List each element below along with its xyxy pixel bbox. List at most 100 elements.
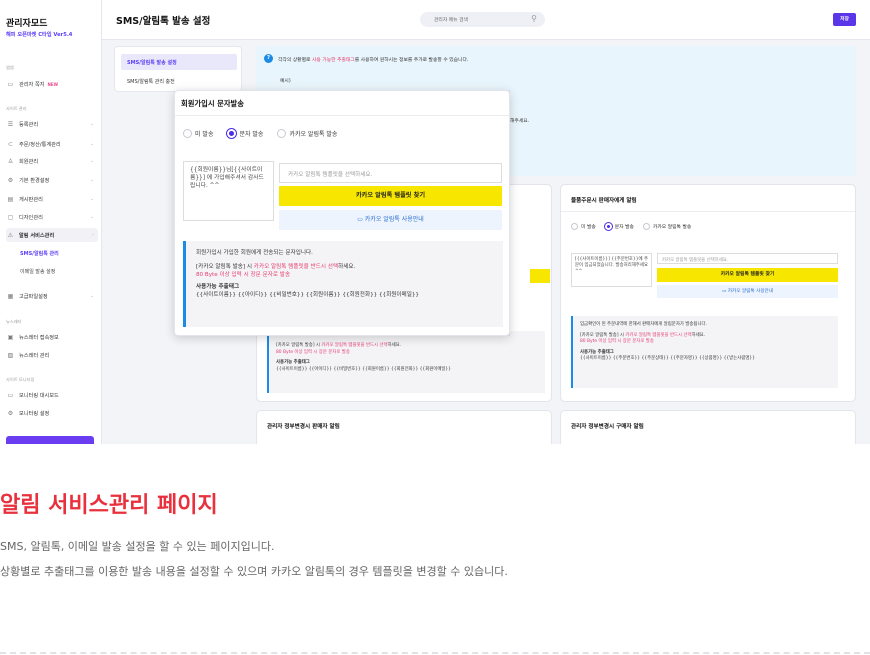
sidebar-item-orders[interactable]: ⊂ 주문/정산/통계관리 ⌄ [6,137,98,151]
sidebar-item-label: 뉴스레터 접속정보 [19,334,59,341]
card-admin-buyer: 관리자 정부변경시 구매자 알림 [560,410,856,444]
tab-menu: SMS/알림톡 발송 설정 SMS/알림톡 관리 충전 [114,46,242,92]
card-title: 관리자 정부변경시 구매자 알림 [571,424,644,430]
sidebar-item-label: 모니터링 설정 [19,410,50,417]
chevron-down-icon: ⌄ [89,141,94,147]
sidebar-item-label: 게시판관리 [19,196,43,203]
kakao-template-find-button[interactable]: 카카오 알림톡 템플릿 찾기 [279,186,502,206]
bell-icon: ⚠ [7,231,14,239]
message-icon: ▭ [7,80,14,88]
zoom-popup-member-join: 회원가입시 문자발송 미 발송 문자 발송 카카오 알림톡 발송 {{회원이름}… [174,90,510,336]
sidebar-item-newsletter-info[interactable]: ▣ 뉴스레터 접속정보 [6,330,98,344]
radio-circle [571,223,578,230]
radio-sms[interactable]: 문자 발송 [227,129,263,138]
card-note: 입금확인이 된 주문내역에 한해서 판매자에게 알림문자가 발송됩니다. [카카… [571,316,838,388]
cart-icon: ⊂ [7,140,14,148]
radio-group: 미 발송 문자 발송 카카오 알림톡 발송 [183,129,337,138]
chevron-down-icon: ⌄ [89,121,94,127]
top-bar: SMS/알림톡 발송 설정 관리자 메뉴 검색 ⚲ 저장 [102,0,870,40]
tab-sms-charge[interactable]: SMS/알림톡 관리 충전 [121,73,237,89]
sms-template-textarea[interactable]: {{회원이름}}님[{{사이트이름}}] 에 가입해주셔서 감사드립니다. ^^ [183,161,274,221]
sidebar-item-advanced[interactable]: ▦ 고급파일설정 ⌄ [6,289,98,303]
radio-circle [277,129,287,138]
section-heading: 알림 서비스관리 페이지 [0,493,218,518]
info-tail: 해주세요. [510,119,530,124]
sidebar-item-label: 주문/정산/통계관리 [19,141,61,148]
sidebar-subitem-email[interactable]: 이메일 발송 설정 [20,268,55,275]
kakao-template-select[interactable]: 카카오 알림톡 템플릿을 선택하세요. [279,163,502,183]
section-label: 뉴스레터 [6,319,22,324]
sidebar-item-newsletter-manage[interactable]: ▧ 뉴스레터 관리 [6,348,98,362]
file-icon: ▦ [7,292,14,300]
tab-sms-settings[interactable]: SMS/알림톡 발송 설정 [121,54,237,70]
card-admin-seller: 관리자 정부변경시 판매자 알림 [256,410,552,444]
sidebar-item-label: 기본 환경설정 [19,177,50,184]
brand-subtitle: 해피 오픈마켓 C타입 Ver5.4 [6,32,73,38]
kakao-guide-button[interactable]: ▭ 카카오 알림톡 사용안내 [279,210,502,230]
popup-note: 회원가입시 가입한 회원에게 전송되는 문자입니다. [카카오 알림톡 발송] … [183,241,503,327]
divider [175,115,509,116]
monitor-icon: ▭ [7,391,14,399]
gear-icon: ⚙ [7,409,14,417]
radio-none[interactable]: 미 발송 [571,223,596,230]
sidebar-item-board[interactable]: ▤ 게시판관리 ⌄ [6,192,98,206]
chevron-down-icon: ⌄ [89,196,94,202]
sidebar-item-notice[interactable]: ▭ 관리자 쪽지 NEW [6,77,98,91]
radio-kakao[interactable]: 카카오 알림톡 발송 [277,129,337,138]
search-icon[interactable]: ⚲ [531,14,537,23]
radio-circle-selected [227,129,237,138]
sidebar-item-notification[interactable]: ⚠ 알림 서비스관리 › [6,228,98,242]
user-icon: ♙ [7,157,14,165]
chat-icon: ▭ [357,216,365,223]
dashed-divider [0,652,870,654]
radio-circle [183,129,192,138]
divider [561,211,855,212]
sidebar-item-design[interactable]: ▢ 디자인관리 ⌄ [6,210,98,224]
sidebar-item-settings[interactable]: ⚙ 기본 환경설정 ⌄ [6,173,98,187]
chevron-down-icon: ⌄ [89,214,94,220]
sidebar-item-monitor-settings[interactable]: ⚙ 모니터링 설정 [6,406,98,420]
help-icon: ? [264,54,273,63]
chevron-down-icon: ⌄ [89,177,94,183]
list-icon: ☰ [7,120,14,128]
search-input[interactable]: 관리자 메뉴 검색 ⚲ [420,12,545,27]
section-label: 사이트 관리 [6,106,27,111]
radio-none[interactable]: 미 발송 [183,129,213,138]
sidebar-item-label: 모니터링 대시보드 [19,392,59,399]
sidebar-item-label: 관리자 쪽지 [19,81,45,88]
sms-template-textarea[interactable]: [{{사이트이름}}] {{주문번호}}에 주문이 입금되었습니다. 발송처리해… [571,253,652,287]
sidebar-item-monitor-dashboard[interactable]: ▭ 모니터링 대시보드 [6,388,98,402]
section-description-1: SMS, 알림톡, 이메일 발송 설정을 할 수 있는 페이지입니다. [0,540,275,553]
kakao-template-find-button[interactable]: 카카오 알림톡 템플릿 찾기 [657,268,838,282]
sidebar-item-label: 고급파일설정 [19,293,48,300]
card-title: 물품주문시 판매자에게 알림 [571,198,637,204]
sidebar-item-members[interactable]: ♙ 회원관리 ⌄ [6,154,98,168]
kakao-template-button[interactable] [530,269,550,283]
sidebar-item-label: 회원관리 [19,158,39,165]
brand[interactable]: 관리자모드 해피 오픈마켓 C타입 Ver5.4 [6,16,72,38]
search-placeholder: 관리자 메뉴 검색 [434,18,468,23]
sidebar-subitem-sms[interactable]: SMS/알림톡 관리 [20,250,59,257]
card-order-seller: 물품주문시 판매자에게 알림 미 발송 문자 발송 카카오 알림톡 발송 [{{… [560,184,856,402]
sidebar: 관리자모드 해피 오픈마켓 C타입 Ver5.4 앱앱 ▭ 관리자 쪽지 NEW… [0,0,102,444]
new-badge: NEW [47,81,59,87]
sidebar-item-label: 등록관리 [19,121,39,128]
sidebar-item-label: 디자인관리 [19,214,43,221]
sidebar-item-label: 알림 서비스관리 [19,232,55,239]
save-button[interactable]: 저장 [833,13,856,26]
radio-sms[interactable]: 문자 발송 [604,223,634,230]
design-icon: ▢ [7,213,14,221]
page-title: SMS/알림톡 발송 설정 [116,16,211,27]
gear-icon: ⚙ [7,176,14,184]
kakao-guide-button[interactable]: ▭ 카카오 알림톡 사용안내 [657,285,838,298]
popup-title: 회원가입시 문자발송 [181,99,244,108]
sidebar-action-button[interactable] [6,436,94,444]
kakao-template-select[interactable]: 카카오 알림톡 템플릿을 선택하세요. [657,253,838,264]
chevron-down-icon: ⌄ [89,293,94,299]
radio-kakao[interactable]: 카카오 알림톡 발송 [642,223,691,230]
info-text: 각각의 상황별로 사용 가능한 추출태그를 사용하여 원하시는 정보를 주가로 … [278,58,469,63]
sidebar-item-register[interactable]: ☰ 등록관리 ⌄ [6,117,98,131]
card-title: 관리자 정부변경시 판매자 알림 [267,424,340,430]
radio-circle [642,223,650,230]
radio-circle-selected [604,223,612,230]
